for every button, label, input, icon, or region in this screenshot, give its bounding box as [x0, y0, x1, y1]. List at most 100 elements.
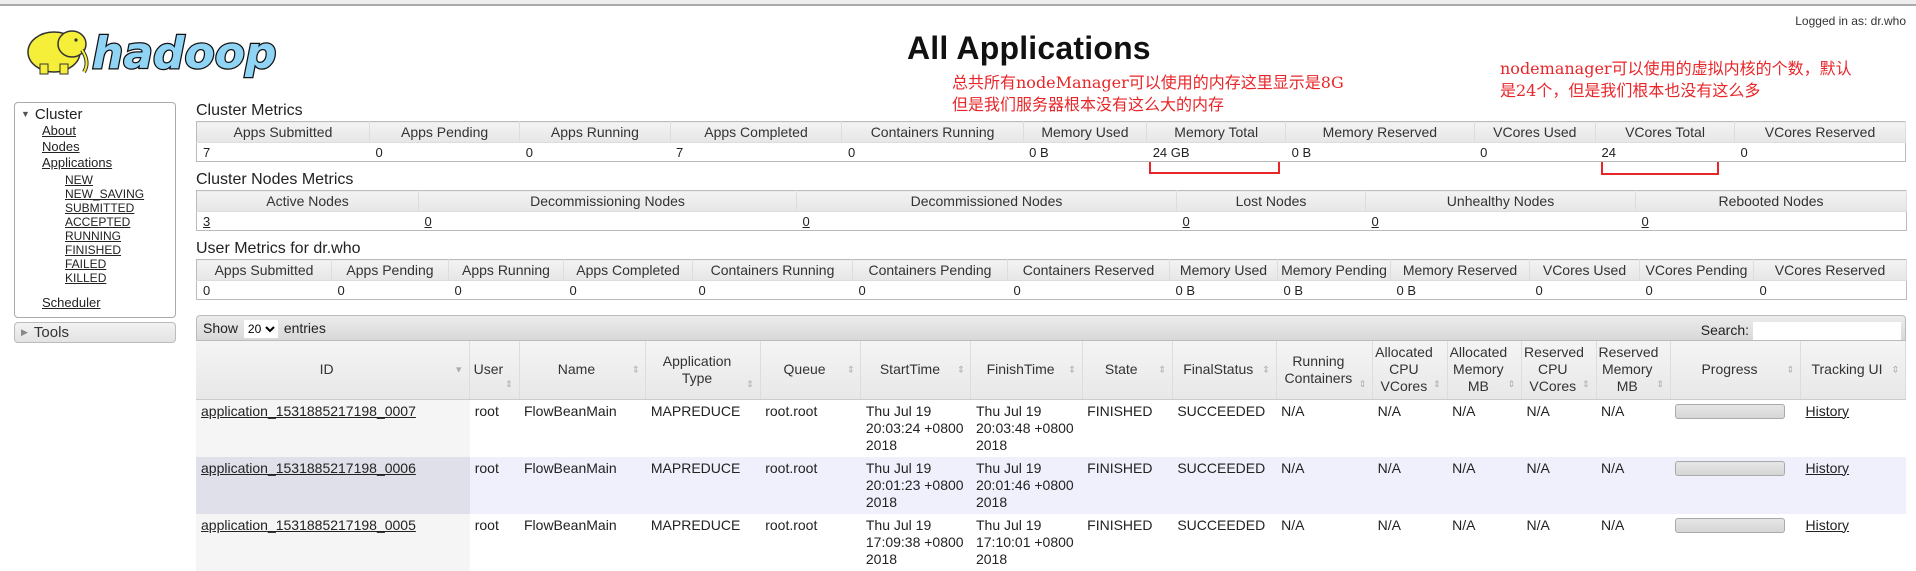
- tracking-history-link[interactable]: History: [1806, 460, 1850, 476]
- nav-state-finished[interactable]: FINISHED: [65, 243, 175, 257]
- nav-nodes[interactable]: Nodes: [42, 139, 175, 155]
- cell-queue: root.root: [760, 399, 861, 457]
- metric-header-apps-pending: Apps Pending: [331, 259, 449, 281]
- application-id-link[interactable]: application_1531885217198_0007: [201, 403, 416, 419]
- metric-value-vcores-used: 0: [1529, 280, 1640, 300]
- sort-both-icon: ⇕: [1358, 378, 1367, 389]
- tracking-history-link[interactable]: History: [1806, 517, 1850, 533]
- nav-state-failed[interactable]: FAILED: [65, 257, 175, 271]
- metric-header-apps-submitted: Apps Submitted: [196, 121, 370, 143]
- column-label: Reserved Memory MB: [1598, 344, 1659, 395]
- application-id-link[interactable]: application_1531885217198_0006: [201, 460, 416, 476]
- cluster-metrics-table: Apps Submitted Apps Pending Apps Running Ap…: [196, 121, 1906, 162]
- column-header-reserved-memory-mb[interactable]: Reserved Memory MB ⇕: [1596, 341, 1671, 400]
- metric-header-vcores-used: VCores Used: [1474, 121, 1597, 143]
- sort-both-icon: ⇕: [1656, 378, 1664, 389]
- column-header-allocated-cpu-vcores[interactable]: Allocated CPU VCores ⇕: [1372, 341, 1448, 400]
- metric-value-vcores-used: 0: [1474, 142, 1596, 162]
- search-input[interactable]: [1753, 321, 1901, 340]
- cluster-panel: ▼ Cluster About Nodes Applications NEW NE…: [14, 102, 176, 318]
- metric-value-apps-running: 0: [448, 280, 564, 300]
- app-state-links: NEW NEW_SAVING SUBMITTED ACCEPTED RUNNIN…: [42, 173, 175, 285]
- cell-name: FlowBeanMain: [519, 456, 646, 514]
- nav-state-submitted[interactable]: SUBMITTED: [65, 201, 175, 215]
- tracking-history-link[interactable]: History: [1806, 403, 1850, 419]
- progress-bar: [1675, 403, 1786, 419]
- sort-both-icon: ⇕: [504, 378, 513, 389]
- nav-state-killed[interactable]: KILLED: [65, 271, 175, 285]
- cell-tracking: History: [1800, 456, 1906, 514]
- column-header-tracking-ui[interactable]: Tracking UI ⇕: [1800, 341, 1906, 400]
- metric-link-decommissioning-nodes[interactable]: 0: [425, 214, 432, 229]
- metric-header-rebooted-nodes: Rebooted Nodes: [1635, 190, 1907, 212]
- application-id-link[interactable]: application_1531885217198_0005: [201, 517, 416, 533]
- column-label: Reserved CPU VCores: [1524, 344, 1584, 395]
- sort-both-icon: ⇕: [1433, 378, 1441, 389]
- metric-header-apps-running: Apps Running: [519, 121, 671, 143]
- metric-value-memory-reserved: 0 B: [1390, 280, 1530, 300]
- table-toolbar: Show 20 entries Search:: [196, 315, 1906, 341]
- sort-both-icon: ⇕: [846, 364, 855, 375]
- metric-header-decommissioned-nodes: Decommissioned Nodes: [796, 190, 1177, 212]
- column-header-progress[interactable]: Progress ⇕: [1670, 341, 1802, 400]
- table-row: application_1531885217198_0006 root FlowBe…: [196, 456, 1906, 514]
- table-row: application_1531885217198_0007 root FlowBe…: [196, 399, 1906, 457]
- column-header-finishtime[interactable]: FinishTime ⇕: [970, 341, 1083, 400]
- column-header-queue[interactable]: Queue ⇕: [760, 341, 862, 400]
- column-label: Allocated Memory MB: [1449, 344, 1508, 395]
- sort-both-icon: ⇕: [1158, 364, 1166, 375]
- svg-text:hadoop: hadoop: [92, 28, 276, 79]
- cluster-header[interactable]: ▼ Cluster: [15, 103, 175, 123]
- metric-link-lost-nodes[interactable]: 0: [1183, 214, 1190, 229]
- nav-state-new-saving[interactable]: NEW_SAVING: [65, 187, 175, 201]
- metric-value-active-nodes: 3: [196, 211, 419, 231]
- nav-state-accepted[interactable]: ACCEPTED: [65, 215, 175, 229]
- cluster-nodes-metrics-section: Cluster Nodes Metrics Active Nodes Decomm…: [196, 170, 1907, 231]
- column-header-finalstatus[interactable]: FinalStatus ⇕: [1172, 341, 1277, 400]
- nav-state-new[interactable]: NEW: [65, 173, 175, 187]
- cell-user: root: [469, 399, 519, 457]
- metric-value-vcores-reserved: 0: [1734, 142, 1906, 162]
- nav-about[interactable]: About: [42, 123, 175, 139]
- cell-res-cpu: N/A: [1521, 399, 1596, 457]
- user-metrics-table: Apps Submitted Apps Pending Apps Running Ap…: [196, 259, 1907, 300]
- column-header-id[interactable]: ID ▼: [196, 341, 471, 400]
- column-header-running-containers[interactable]: Running Containers ⇕: [1276, 341, 1374, 400]
- column-header-name[interactable]: Name ⇕: [519, 341, 647, 400]
- progress-bar: [1675, 460, 1786, 476]
- column-label: StartTime: [879, 361, 940, 378]
- column-header-state[interactable]: State ⇕: [1082, 341, 1173, 400]
- column-header-reserved-cpu-vcores[interactable]: Reserved CPU VCores ⇕: [1521, 341, 1597, 400]
- cell-running: N/A: [1276, 456, 1373, 514]
- cell-queue: root.root: [760, 456, 861, 514]
- cell-user: root: [469, 456, 519, 514]
- metric-value-memory-pending: 0 B: [1277, 280, 1391, 300]
- cell-start: Thu Jul 19 20:03:24 +0800 2018: [860, 399, 971, 457]
- section-title: User Metrics for dr.who: [196, 240, 361, 257]
- page-size-select[interactable]: 20: [243, 320, 278, 338]
- top-bar: [0, 0, 1916, 6]
- nav-state-running[interactable]: RUNNING: [65, 229, 175, 243]
- nav-scheduler[interactable]: Scheduler: [42, 295, 175, 311]
- column-header-user[interactable]: User ⇕: [469, 341, 520, 400]
- tools-header[interactable]: ▶ Tools: [14, 322, 176, 343]
- column-header-starttime[interactable]: StartTime ⇕: [860, 341, 972, 400]
- sort-both-icon: ⇕: [1507, 378, 1516, 389]
- sort-both-icon: ⇕: [956, 364, 965, 375]
- metric-link-active-nodes[interactable]: 3: [203, 214, 210, 229]
- triangle-down-icon: ▼: [21, 109, 30, 119]
- column-label: FinalStatus: [1183, 361, 1254, 378]
- metric-link-rebooted-nodes[interactable]: 0: [1642, 214, 1649, 229]
- metric-header-containers-running: Containers Running: [692, 259, 853, 281]
- cell-alloc-mem: N/A: [1447, 399, 1522, 457]
- column-header-application-type[interactable]: Application Type ⇕: [645, 341, 761, 400]
- metric-link-decommissioned-nodes[interactable]: 0: [803, 214, 810, 229]
- sort-both-icon: ⇕: [1068, 364, 1076, 375]
- cell-name: FlowBeanMain: [519, 399, 646, 457]
- nav-applications[interactable]: Applications: [42, 155, 175, 171]
- metric-value-containers-running: 0: [692, 280, 853, 300]
- logged-in-label: Logged in as: dr.who: [1795, 14, 1906, 28]
- metric-link-unhealthy-nodes[interactable]: 0: [1372, 214, 1379, 229]
- sort-desc-icon: ▼: [454, 364, 464, 375]
- column-header-allocated-memory-mb[interactable]: Allocated Memory MB ⇕: [1447, 341, 1523, 400]
